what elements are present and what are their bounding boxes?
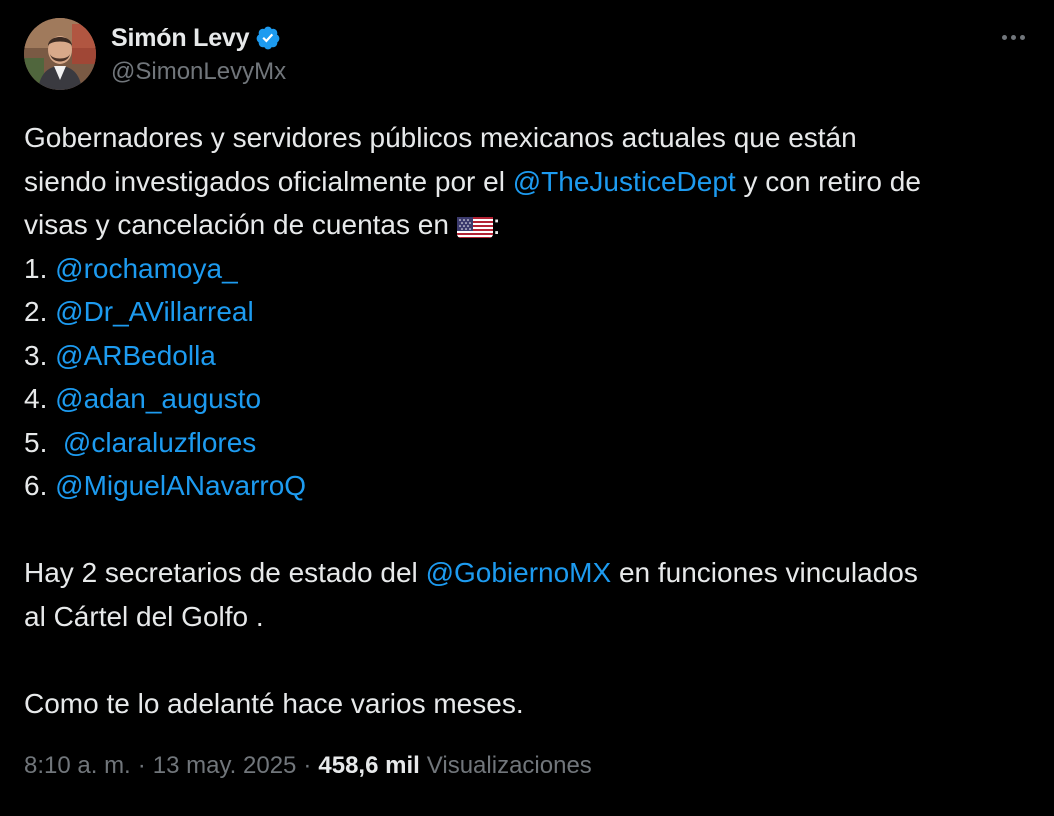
text-segment: Gobernadores y servidores públicos mexic… (24, 122, 857, 153)
list-number: 6. (24, 470, 56, 501)
text-line: al Cártel del Golfo . (24, 595, 1034, 639)
mention-link[interactable]: @adan_augusto (55, 383, 261, 414)
text-segment: Como te lo adelanté hace varios meses. (24, 687, 524, 719)
list-number: 5. (24, 426, 63, 458)
tweet: Simón Levy @SimonLevyMx Gobernadores y s… (0, 0, 1054, 816)
text-line: siendo investigados oficialmente por el … (24, 160, 1034, 204)
mention-link[interactable]: @rochamoya_ (55, 253, 238, 284)
meta-separator: · (303, 752, 312, 779)
text-segment: en funciones vinculados (611, 557, 918, 588)
text-segment: siendo investigados oficialmente por el (24, 165, 513, 197)
mention-link[interactable]: @claraluzflores (63, 427, 256, 458)
mention-link[interactable]: @Dr_AVillarreal (55, 296, 254, 327)
text-segment: y con retiro de (735, 165, 921, 197)
tweet-meta: 8:10 a. m. · 13 may. 2025 · 458,6 mil Vi… (24, 752, 592, 780)
us-flag-icon (456, 212, 493, 238)
mention-link[interactable]: @MiguelANavarroQ (55, 470, 306, 501)
text-line: visas y cancelación de cuentas en: (24, 203, 1034, 247)
text-line: Hay 2 secretarios de estado del @Gobiern… (24, 551, 1034, 595)
list-number: 4. (24, 383, 56, 414)
views-count[interactable]: 458,6 mil (318, 752, 419, 780)
text-segment: al Cártel del Golfo . (24, 600, 264, 632)
ellipsis-dot-icon (1001, 34, 1007, 40)
list-item: 5. @claraluzflores (24, 421, 1034, 465)
text-segment: Hay 2 secretarios de estado del (24, 557, 426, 588)
author-handle[interactable]: @SimonLevyMx (111, 58, 286, 86)
list-item: 4. @adan_augusto (24, 377, 1034, 421)
list-item: 3. @ARBedolla (24, 334, 1034, 378)
list-item: 1. @rochamoya_ (24, 247, 1034, 291)
views-label: Visualizaciones (426, 752, 592, 779)
tweet-text: Gobernadores y servidores públicos mexic… (24, 116, 1034, 725)
text-line: Como te lo adelanté hace varios meses. (24, 682, 1034, 726)
list-item: 2. @Dr_AVillarreal (24, 290, 1034, 334)
text-line: Gobernadores y servidores públicos mexic… (24, 116, 1034, 160)
meta-separator: · (137, 752, 146, 779)
display-name[interactable]: Simón Levy (111, 24, 250, 53)
more-options-button[interactable] (996, 24, 1030, 50)
author-info: Simón Levy @SimonLevyMx (111, 20, 286, 86)
profile-photo-icon (24, 18, 96, 90)
list-number: 1. (24, 252, 56, 284)
mention-link[interactable]: @GobiernoMX (426, 557, 612, 588)
text-segment: visas y cancelación de cuentas en (24, 209, 457, 240)
tweet-time[interactable]: 8:10 a. m. (24, 752, 131, 780)
tweet-date[interactable]: 13 may. 2025 (153, 752, 297, 780)
ellipsis-dot-icon (1010, 34, 1016, 40)
text-segment: : (492, 209, 501, 240)
list-item: 6. @MiguelANavarroQ (24, 464, 1034, 508)
author-avatar[interactable] (24, 18, 96, 90)
mention-link[interactable]: @ARBedolla (55, 340, 216, 371)
list-number: 2. (24, 296, 56, 327)
verified-badge-icon[interactable] (255, 25, 281, 51)
mention-link[interactable]: @TheJusticeDept (513, 166, 736, 197)
list-number: 3. (24, 339, 56, 371)
name-row: Simón Levy (111, 20, 286, 56)
ellipsis-dot-icon (1019, 34, 1025, 40)
